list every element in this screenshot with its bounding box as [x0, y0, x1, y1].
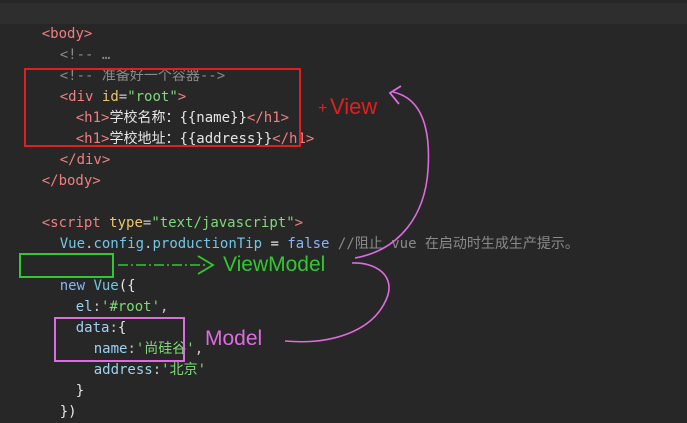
view-plus-marker: + — [318, 100, 328, 117]
view-label: View — [330, 94, 378, 119]
model-label: Model — [205, 327, 263, 350]
code-editor-screenshot: <body> <!-- … <!-- 准备好一个容器--> <div id="r… — [0, 0, 687, 423]
viewmodel-label: ViewModel — [223, 253, 326, 276]
annotation-arrows — [118, 85, 430, 343]
viewmodel-arrow-icon — [118, 255, 215, 275]
